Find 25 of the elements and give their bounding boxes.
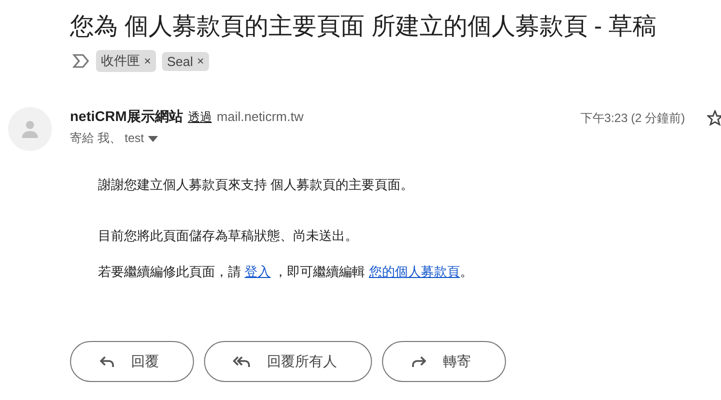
remove-label-icon[interactable]: × <box>144 54 152 68</box>
timestamp: 下午3:23 (2 分鐘前) <box>580 110 685 127</box>
remove-label-icon[interactable]: × <box>197 54 204 68</box>
sender-domain: mail.neticrm.tw <box>216 109 304 124</box>
text-link[interactable]: 登入 <box>244 264 271 279</box>
email-subject: 您為 個人募款頁的主要頁面 所建立的個人募款頁 - 草稿 <box>70 12 657 42</box>
reply-all-icon <box>233 354 251 368</box>
body-paragraph: 若要繼續編修此頁面，請 登入 ，即可繼續編輯 您的個人募款頁。 <box>98 263 473 281</box>
reply-icon <box>99 354 115 368</box>
dropdown-icon[interactable] <box>148 136 158 142</box>
label-chip[interactable]: Seal × <box>162 52 210 70</box>
recipients: 寄給 我、 test <box>70 130 144 147</box>
body-paragraph: 謝謝您建立個人募款頁來支持 個人募款頁的主要頁面。 <box>98 176 415 194</box>
body-paragraph: 目前您將此頁面儲存為草稿狀態、尚未送出。 <box>98 227 359 245</box>
label-chip[interactable]: 收件匣 × <box>96 50 156 72</box>
via-link[interactable]: 透過 <box>188 109 212 126</box>
forward-button[interactable]: 轉寄 <box>382 341 506 382</box>
importance-marker-icon <box>72 54 90 68</box>
reply-all-button[interactable]: 回覆所有人 <box>204 341 372 382</box>
star-icon[interactable] <box>707 110 721 126</box>
sender-name: netiCRM展示網站 <box>70 108 183 126</box>
text-link[interactable]: 您的個人募款頁 <box>368 264 460 279</box>
forward-icon <box>411 354 427 368</box>
person-icon <box>20 119 40 139</box>
reply-button[interactable]: 回覆 <box>70 341 194 382</box>
